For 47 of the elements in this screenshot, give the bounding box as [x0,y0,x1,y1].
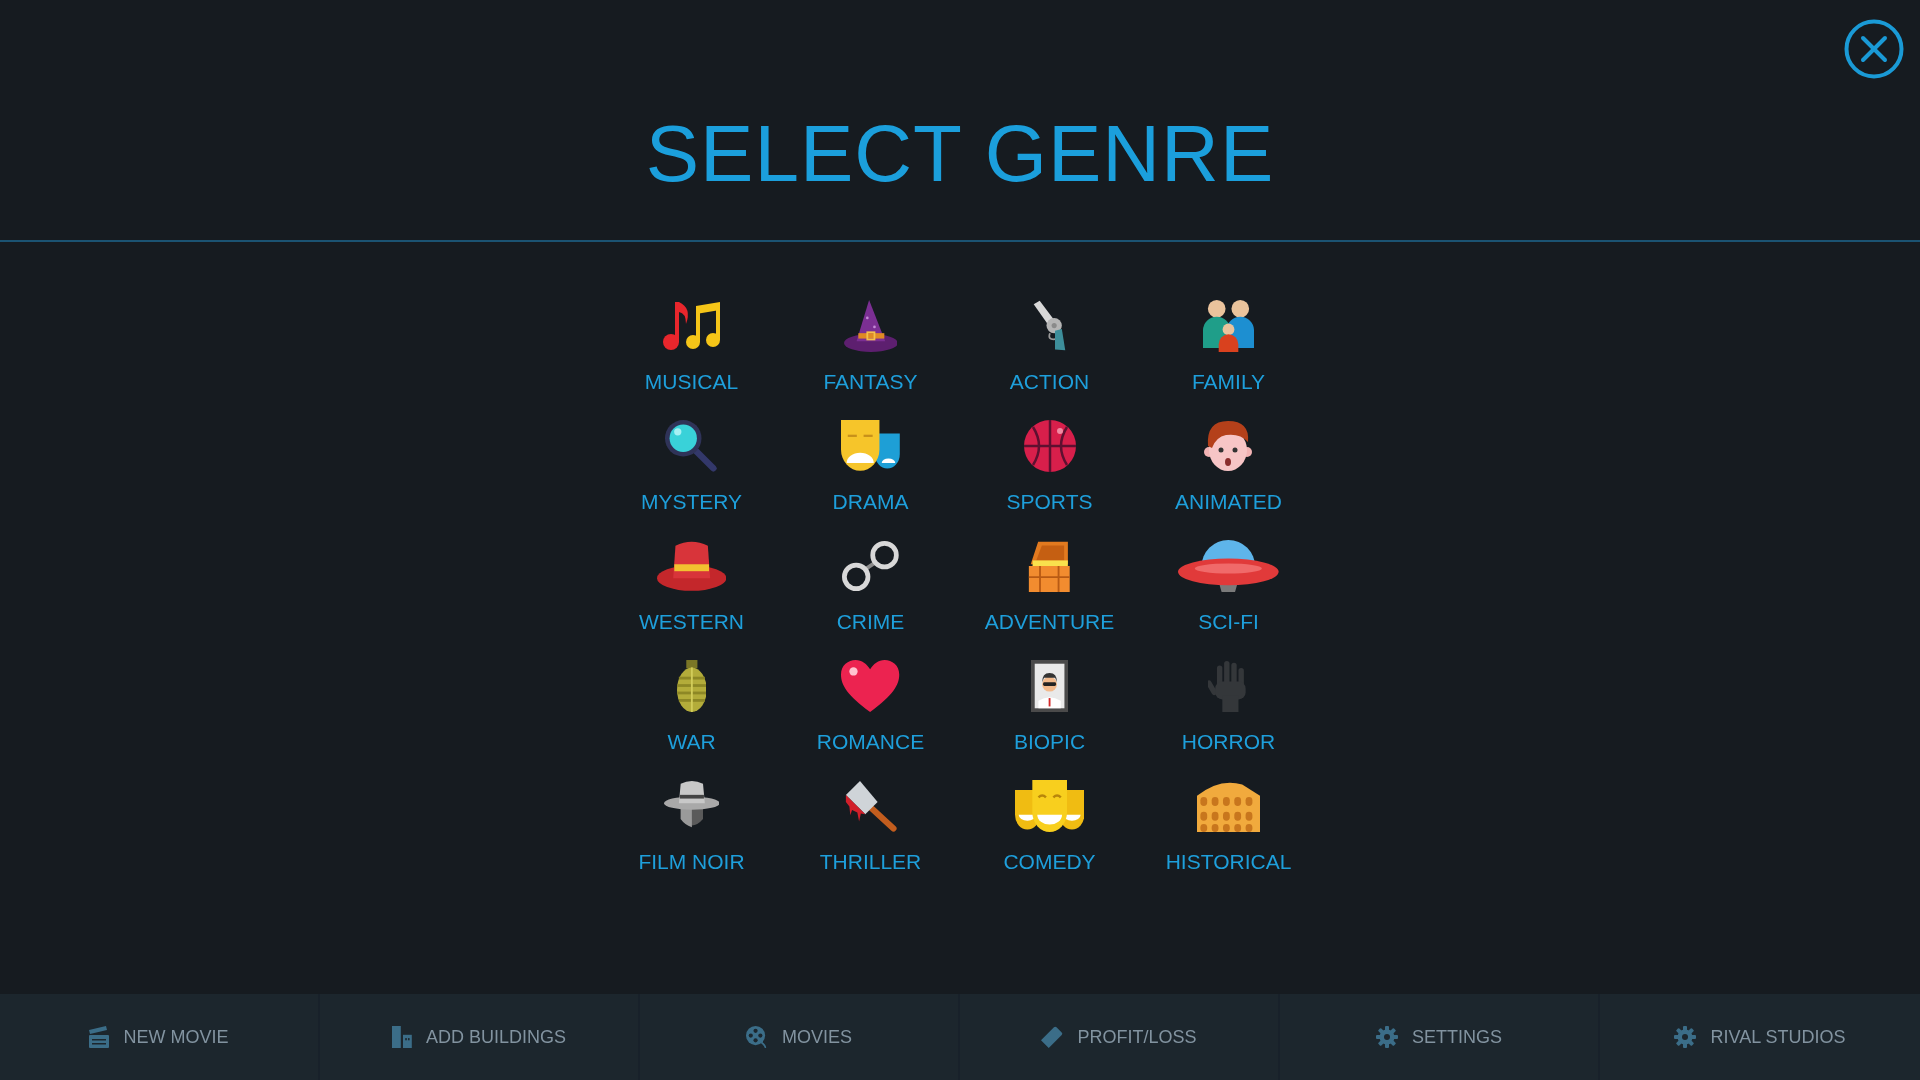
close-icon [1844,19,1904,79]
buildings-icon [392,1026,412,1048]
gear-icon [1674,1026,1697,1048]
genre-button[interactable]: FILM NOIR [638,780,745,874]
genre-button[interactable]: WESTERN [639,540,744,634]
genre-button[interactable]: CRIME [836,540,905,634]
genre-button[interactable]: ACTION [1009,300,1090,394]
genre-button[interactable]: DRAMA [832,420,909,514]
genre-button[interactable]: FAMILY [1191,300,1266,394]
handcuffs-icon [842,540,899,592]
clapperboard-icon [89,1026,110,1048]
genre-button[interactable]: ROMANCE [816,660,925,754]
theater-masks-icon [841,420,900,472]
framed-portrait-icon [1030,660,1069,712]
genre-button[interactable]: HORROR [1181,660,1276,754]
grenade-icon [676,660,707,712]
genre-button[interactable]: ADVENTURE [984,540,1115,634]
genre-button[interactable]: BIOPIC [1013,660,1086,754]
genre-button[interactable]: MYSTERY [640,420,743,514]
colosseum-icon [1196,780,1261,832]
magnifier-icon [665,420,718,472]
treasure-chest-icon [1027,540,1072,592]
genre-button[interactable]: ANIMATED [1175,420,1282,514]
film-reel-icon [746,1026,768,1048]
cowboy-hat-icon [656,540,727,592]
genre-button[interactable]: HISTORICAL [1165,780,1292,874]
genre-button[interactable]: SCI-FI [1178,540,1279,634]
witch-hat-icon [843,300,898,352]
genre-button[interactable]: COMEDY [1003,780,1096,874]
genre-button[interactable]: MUSICAL [644,300,739,394]
basketball-icon [1023,420,1076,472]
gear-icon [1376,1026,1398,1048]
genre-button[interactable]: THRILLER [819,780,922,874]
family-icon [1203,300,1254,352]
heart-icon [841,660,900,712]
comedy-masks-icon [1014,780,1085,832]
genre-button[interactable]: SPORTS [1006,420,1093,514]
cleaver-icon [844,780,897,832]
cartoon-face-icon [1204,420,1253,472]
genre-button[interactable]: FANTASY [823,300,918,394]
close-button[interactable] [1844,19,1904,79]
flying-saucer-icon [1178,540,1279,592]
genre-button[interactable]: WAR [667,660,716,754]
ticket-icon [1041,1026,1064,1048]
music-notes-icon [662,300,721,352]
revolver-icon [1032,300,1067,352]
page-title: SELECT GENRE [645,110,1275,198]
